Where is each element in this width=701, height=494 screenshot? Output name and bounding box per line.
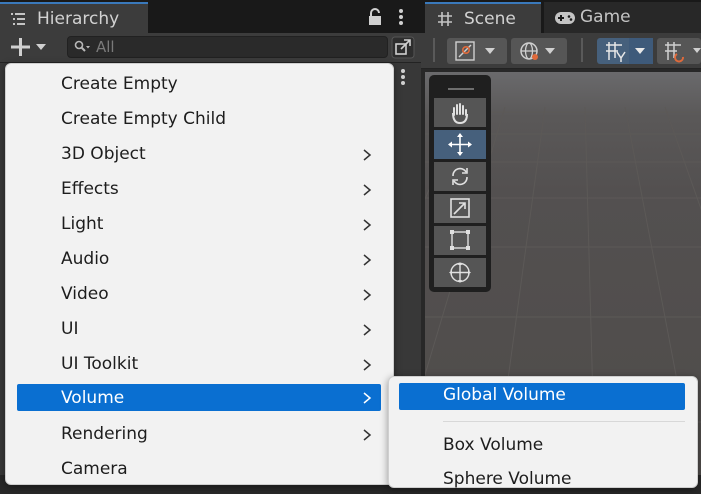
globe-icon	[520, 42, 555, 60]
increment-snap-icon	[665, 42, 701, 63]
menu-item-rendering[interactable]: Rendering	[17, 422, 381, 449]
menu-item-label: Volume	[61, 388, 125, 408]
rect-transform-icon	[450, 230, 470, 250]
increment-snap-dropdown[interactable]	[657, 38, 701, 64]
rotate-icon	[452, 167, 468, 186]
tab-game[interactable]: Game	[544, 2, 701, 33]
rect-tool-button[interactable]	[434, 226, 486, 255]
submenu-item-sphere-volume[interactable]: Sphere Volume	[399, 467, 685, 494]
menu-item-label: Create Empty Child	[61, 109, 226, 129]
menu-item-label: Create Empty	[61, 74, 178, 94]
submenu-item-label: Sphere Volume	[443, 469, 572, 489]
chevron-right-icon	[363, 184, 372, 196]
tab-hierarchy[interactable]: Hierarchy	[0, 2, 148, 33]
gamepad-icon	[555, 12, 575, 24]
chevron-right-icon	[363, 289, 372, 301]
scene-row-options-icon[interactable]	[398, 68, 408, 86]
menu-item-label: Effects	[61, 179, 119, 199]
global-view-dropdown[interactable]	[511, 38, 567, 64]
add-dropdown-button[interactable]	[8, 35, 54, 59]
menu-item-light[interactable]: Light	[17, 212, 381, 239]
menu-item-label: 3D Object	[61, 144, 146, 164]
draw-mode-icon	[455, 41, 495, 61]
menu-item-label: Rendering	[61, 424, 148, 444]
tab-scene-label: Scene	[464, 9, 516, 29]
menu-item-create-empty-child[interactable]: Create Empty Child	[17, 107, 381, 134]
menu-item-camera[interactable]: Camera	[17, 457, 381, 484]
menu-item-label: UI Toolkit	[61, 354, 139, 374]
tab-scene[interactable]: Scene	[425, 2, 541, 33]
toolbar-grip-2	[581, 38, 583, 62]
transform-tools	[429, 75, 491, 292]
toolbar-grip	[433, 38, 435, 62]
grid-snap-icon	[606, 38, 653, 64]
chevron-right-icon	[363, 149, 372, 161]
menu-item-label: Camera	[61, 459, 128, 479]
menu-item-label: Video	[61, 284, 109, 304]
menu-item-label: Light	[61, 214, 104, 234]
menu-item-create-empty[interactable]: Create Empty	[17, 72, 381, 99]
search-icon	[74, 40, 90, 52]
submenu-item-label: Global Volume	[443, 385, 566, 405]
scene-toolbar	[421, 33, 701, 69]
submenu-item-global-volume[interactable]: Global Volume	[399, 383, 685, 410]
chevron-right-icon	[363, 392, 372, 404]
submenu-item-label: Box Volume	[443, 435, 544, 455]
move-arrows-icon	[448, 133, 472, 156]
scene-visibility-icon[interactable]	[391, 36, 415, 59]
move-tool-button[interactable]	[434, 130, 486, 159]
tab-hierarchy-label: Hierarchy	[37, 9, 120, 29]
scale-icon	[450, 198, 470, 218]
chevron-right-icon	[363, 324, 372, 336]
tab-game-label: Game	[580, 7, 631, 27]
search-input[interactable]	[96, 37, 376, 57]
menu-item-video[interactable]: Video	[17, 282, 381, 309]
menu-item-ui-toolkit[interactable]: UI Toolkit	[17, 352, 381, 379]
chevron-right-icon	[363, 254, 372, 266]
hierarchy-tab-bar: Hierarchy	[0, 0, 421, 33]
menu-item-label: Audio	[61, 249, 110, 269]
submenu-separator	[443, 421, 685, 422]
lock-icon[interactable]	[368, 8, 382, 26]
transform-tool-button[interactable]	[434, 258, 486, 287]
scene-tab-bar: Scene Game	[421, 0, 701, 33]
submenu-item-box-volume[interactable]: Box Volume	[399, 433, 685, 460]
menu-item-3d-object[interactable]: 3D Object	[17, 142, 381, 169]
hand-icon	[452, 103, 468, 125]
volume-submenu: Global Volume Box Volume Sphere Volume	[388, 376, 698, 489]
menu-item-effects[interactable]: Effects	[17, 177, 381, 204]
grid-icon	[438, 12, 452, 26]
tool-strip-handle[interactable]	[448, 84, 474, 90]
more-options-icon[interactable]	[396, 8, 406, 26]
create-context-menu: Create Empty Create Empty Child 3D Objec…	[5, 63, 394, 485]
chevron-right-icon	[363, 359, 372, 371]
scale-tool-button[interactable]	[434, 194, 486, 223]
draw-mode-dropdown[interactable]	[447, 38, 507, 64]
menu-item-ui[interactable]: UI	[17, 317, 381, 344]
menu-item-volume[interactable]: Volume	[17, 384, 381, 411]
hierarchy-toolbar	[0, 33, 421, 63]
rotate-tool-button[interactable]	[434, 162, 486, 191]
transform-icon	[449, 262, 471, 283]
grid-snap-dropdown[interactable]	[597, 38, 653, 64]
chevron-right-icon	[363, 219, 372, 231]
chevron-right-icon	[363, 429, 372, 441]
menu-item-label: UI	[61, 319, 79, 339]
hand-tool-button[interactable]	[434, 98, 486, 127]
menu-item-audio[interactable]: Audio	[17, 247, 381, 274]
search-field[interactable]	[67, 36, 388, 58]
list-icon	[11, 13, 25, 25]
